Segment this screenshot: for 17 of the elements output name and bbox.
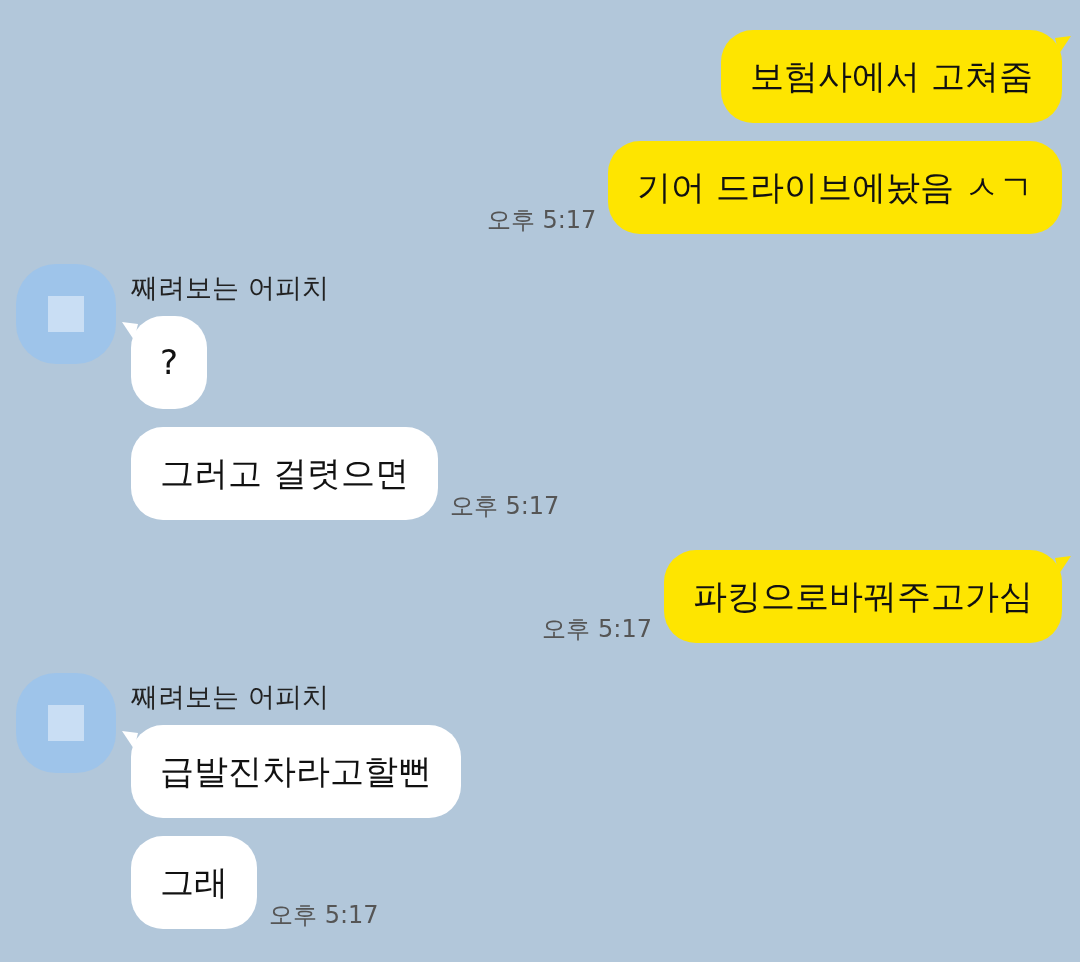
message-bubble: 그러고 걸렷으면: [131, 427, 438, 520]
message-time: 오후 5:17: [542, 614, 652, 645]
sender-name: 째려보는 어피치: [131, 680, 329, 714]
message-bubble: 그래: [131, 836, 257, 929]
avatar-placeholder-icon: [48, 705, 84, 741]
sender-name: 째려보는 어피치: [131, 271, 329, 305]
message-bubble: 보험사에서 고쳐줌: [721, 30, 1062, 123]
message-time: 오후 5:17: [269, 900, 379, 931]
avatar-placeholder-icon: [48, 296, 84, 332]
message-bubble: 기어 드라이브에놨음 ㅅㄱ: [608, 141, 1062, 234]
message-time: 오후 5:17: [449, 491, 560, 522]
message-bubble: 급발진차라고할뻔: [131, 725, 461, 818]
message-bubble: ?: [131, 316, 208, 409]
message-time: 오후 5:17: [486, 205, 597, 236]
avatar[interactable]: [16, 264, 116, 364]
message-bubble: 파킹으로바꿔주고가심: [664, 550, 1062, 643]
avatar[interactable]: [16, 673, 116, 773]
